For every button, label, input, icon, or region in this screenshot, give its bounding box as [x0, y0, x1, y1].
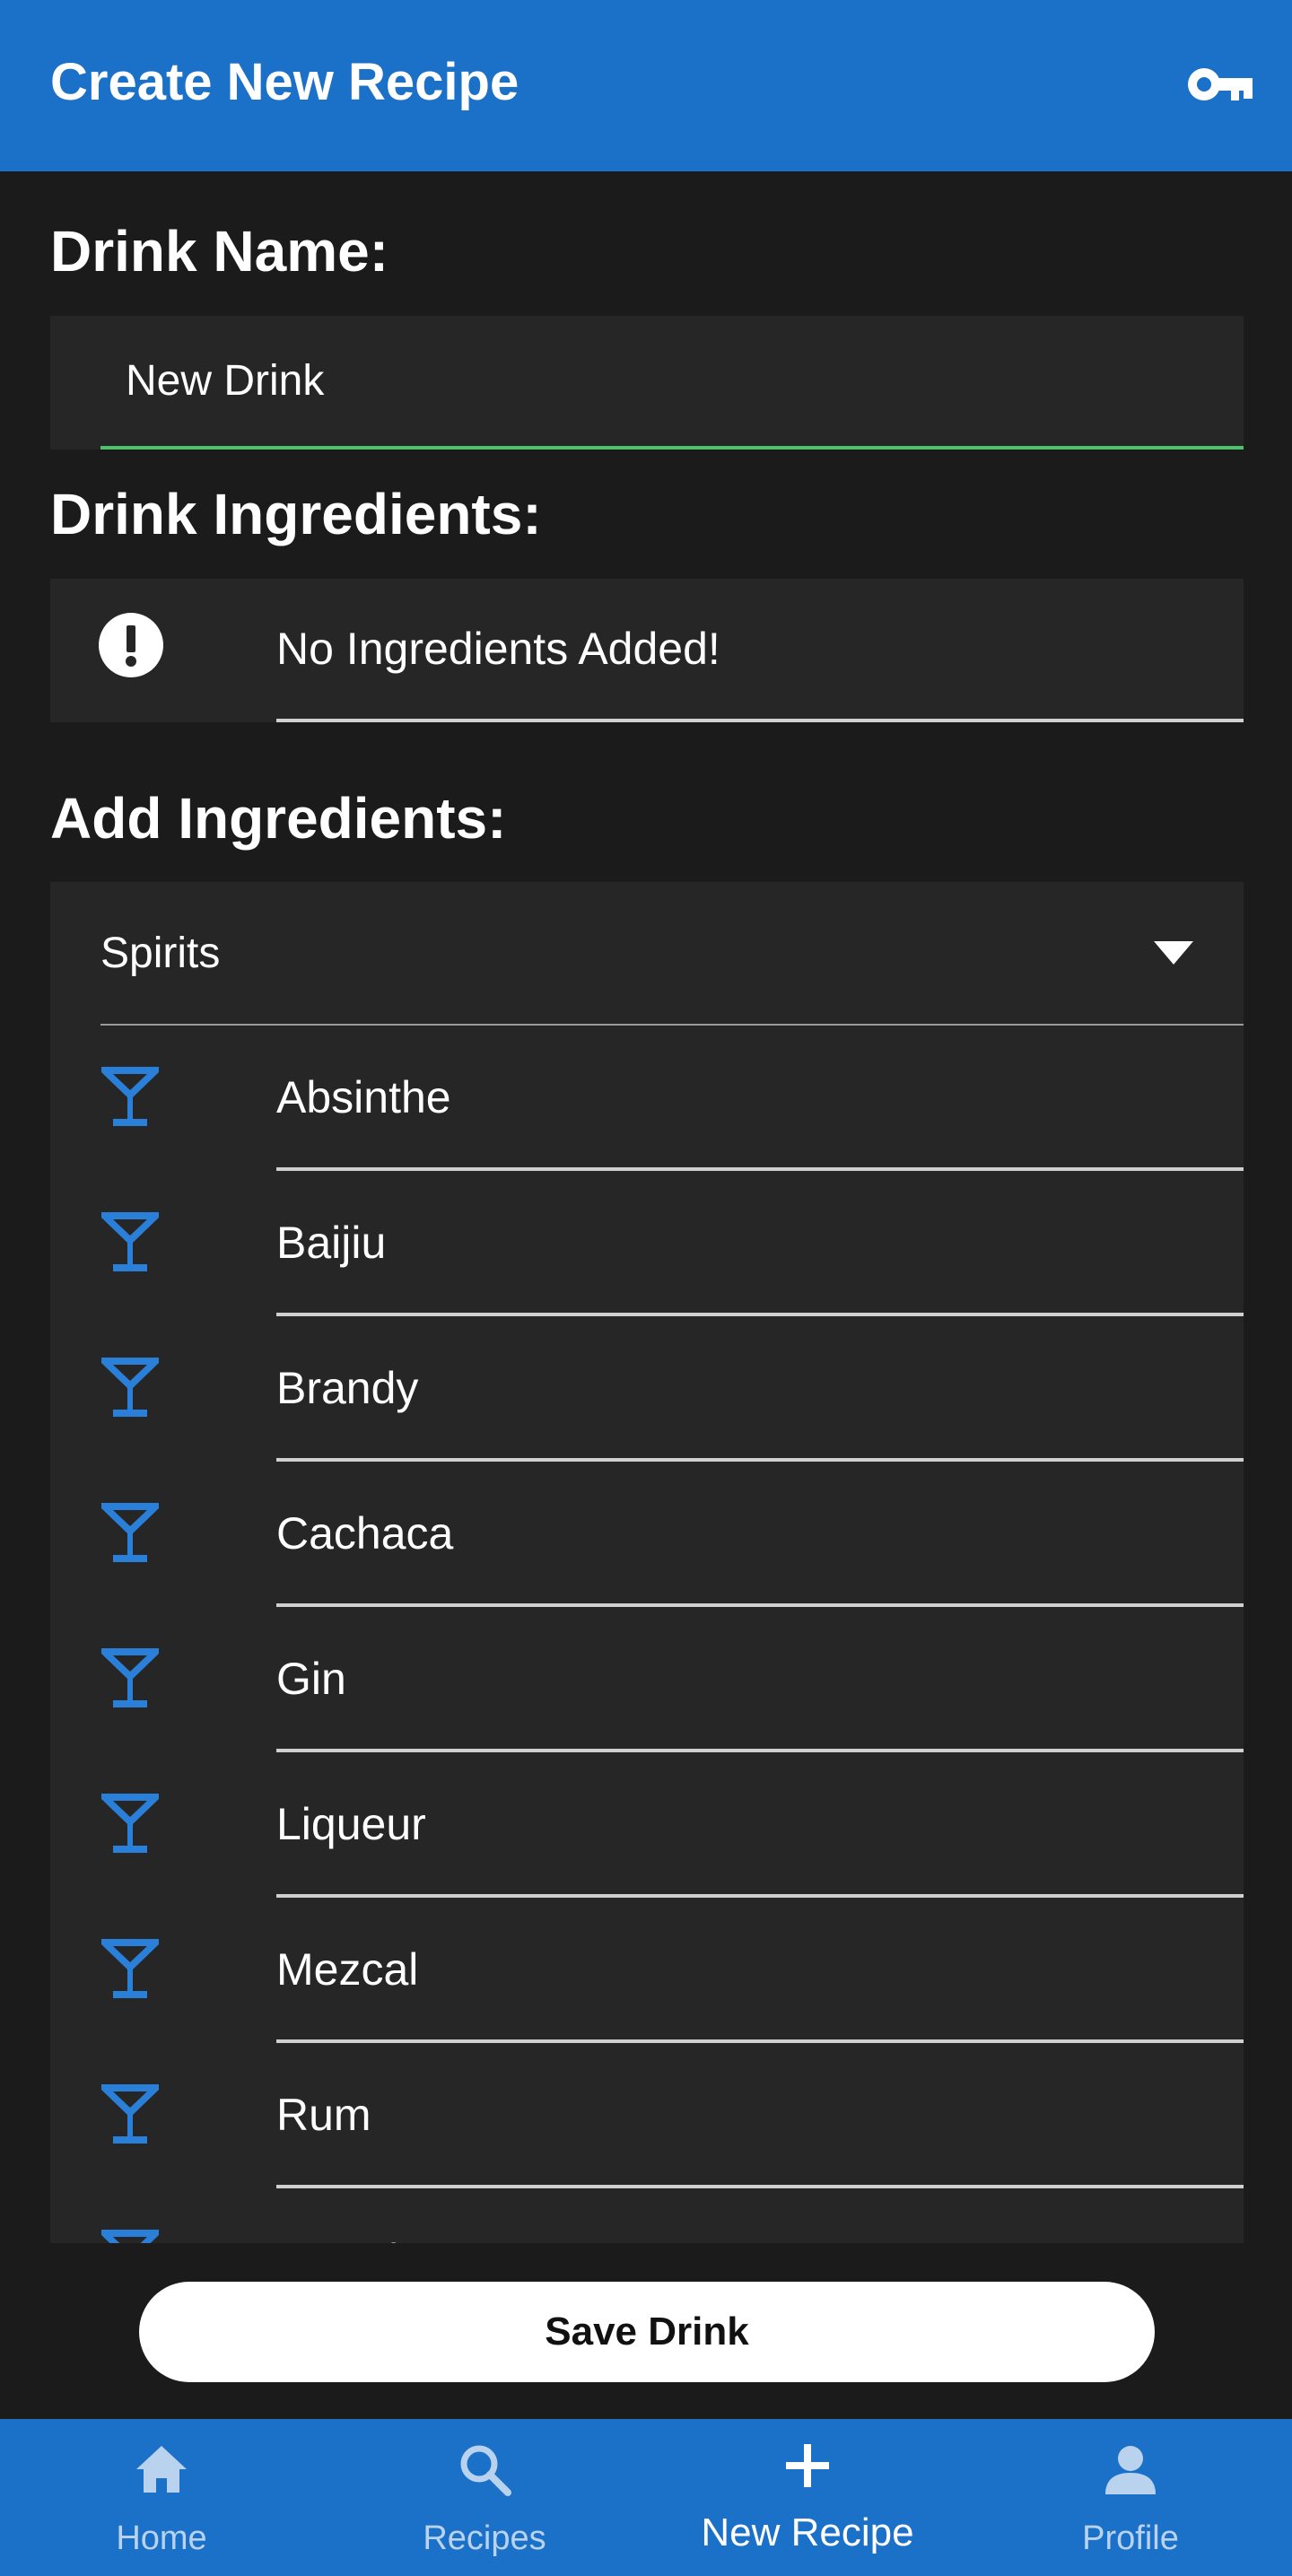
search-icon [460, 2445, 511, 2496]
nav-item-recipes[interactable]: Recipes [323, 2419, 646, 2576]
row-divider [276, 719, 1244, 722]
app-bar: Create New Recipe [0, 0, 1292, 171]
nav-label-home: Home [116, 2519, 207, 2557]
save-drink-button[interactable]: Save Drink [139, 2282, 1155, 2382]
ingredient-option[interactable]: Brandy [50, 1316, 1244, 1462]
nav-item-profile[interactable]: Profile [969, 2419, 1292, 2576]
nav-label-profile: Profile [1082, 2519, 1179, 2557]
nav-item-new-recipe[interactable]: New Recipe [646, 2419, 969, 2576]
page-title: Create New Recipe [50, 53, 519, 111]
drink-name-input[interactable] [126, 316, 1220, 446]
ingredient-option-label: Gin [276, 1654, 346, 1704]
ingredient-option-label: Cachaca [276, 1508, 454, 1559]
save-area: Save Drink [0, 2243, 1292, 2419]
category-select[interactable]: Spirits [50, 882, 1244, 1026]
ingredient-option[interactable]: Scotch [50, 2188, 1244, 2243]
ingredient-option[interactable]: Rum [50, 2043, 1244, 2188]
ingredient-option[interactable]: Gin [50, 1607, 1244, 1752]
nav-label-recipes: Recipes [423, 2519, 546, 2557]
drink-name-field[interactable] [50, 316, 1244, 450]
add-ingredients-panel: Spirits Absinthe Baijiu Brandy Cachaca Gin Li… [50, 882, 1244, 2243]
cocktail-glass-icon [99, 1354, 176, 1431]
drink-name-underline [100, 446, 1244, 450]
drink-ingredients-label: Drink Ingredients: [50, 482, 542, 546]
cocktail-glass-icon [99, 1209, 176, 1286]
ingredient-option[interactable]: Cachaca [50, 1462, 1244, 1607]
ingredient-option[interactable]: Mezcal [50, 1898, 1244, 2043]
ingredient-option[interactable]: Absinthe [50, 1026, 1244, 1171]
key-icon [1188, 68, 1253, 100]
chevron-down-icon [1154, 941, 1193, 965]
ingredient-option-label: Rum [276, 2090, 371, 2140]
cocktail-glass-icon [99, 2081, 176, 2158]
cocktail-glass-icon [99, 1790, 176, 1867]
empty-ingredients-message: No Ingredients Added! [276, 624, 720, 674]
cocktail-glass-icon [99, 1645, 176, 1722]
ingredient-option-label: Mezcal [276, 1944, 419, 1995]
ingredient-option-label: Baijiu [276, 1218, 387, 1268]
cocktail-glass-icon [99, 2226, 176, 2243]
ingredient-option[interactable]: Baijiu [50, 1171, 1244, 1316]
ingredient-option-label: Scotch [276, 2233, 414, 2243]
ingredient-option-label: Liqueur [276, 1799, 426, 1849]
drink-name-label: Drink Name: [50, 219, 388, 284]
nav-item-home[interactable]: Home [0, 2419, 323, 2576]
key-button[interactable] [1184, 56, 1256, 113]
add-ingredients-label: Add Ingredients: [50, 786, 507, 851]
empty-ingredients-row: No Ingredients Added! [50, 579, 1244, 722]
home-icon [136, 2446, 187, 2493]
cocktail-glass-icon [99, 1935, 176, 2013]
cocktail-glass-icon [99, 1063, 176, 1140]
plus-icon [786, 2444, 829, 2487]
ingredient-option-label: Brandy [276, 1363, 419, 1413]
person-icon [1105, 2446, 1156, 2494]
ingredient-option[interactable]: Liqueur [50, 1752, 1244, 1898]
nav-label-new-recipe: New Recipe [701, 2511, 914, 2554]
ingredients-list: No Ingredients Added! [50, 579, 1244, 722]
category-select-value: Spirits [100, 930, 221, 977]
cocktail-glass-icon [99, 1499, 176, 1576]
bottom-nav: Home Recipes New Recipe Profile [0, 2419, 1292, 2576]
alert-circle-icon [97, 611, 174, 688]
ingredient-option-label: Absinthe [276, 1072, 451, 1122]
